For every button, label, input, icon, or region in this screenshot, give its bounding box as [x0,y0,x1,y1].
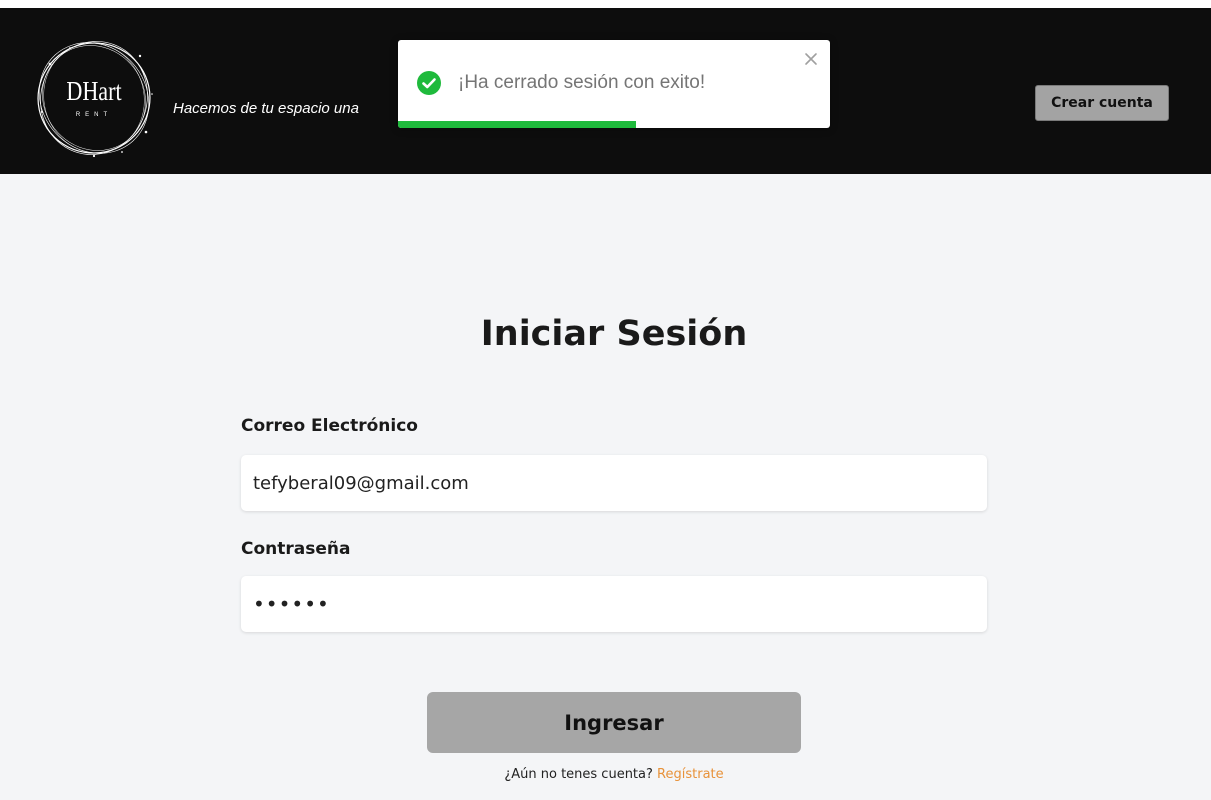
toast-message: ¡Ha cerrado sesión con exito! [458,72,706,93]
brand-logo[interactable]: DHart RENT [30,34,158,162]
email-label: Correo Electrónico [241,416,418,436]
register-link[interactable]: Regístrate [657,767,724,782]
close-icon[interactable] [802,50,820,68]
logo-subtext: RENT [75,112,113,118]
header-tagline: Hacemos de tu espacio una [173,100,359,117]
password-field[interactable] [241,576,987,632]
register-prompt-line: ¿Aún no tenes cuenta? Regístrate [0,767,1211,782]
create-account-button[interactable]: Crear cuenta [1035,85,1169,121]
logo-wordmark: DHart [66,76,122,106]
toast-progress-bar [398,121,636,128]
password-label: Contraseña [241,539,351,559]
success-toast: ¡Ha cerrado sesión con exito! [398,40,830,128]
email-field[interactable] [241,455,987,511]
page-title: Iniciar Sesión [480,314,748,354]
check-circle-icon [417,71,441,95]
login-submit-button[interactable]: Ingresar [427,692,801,753]
register-prompt-text: ¿Aún no tenes cuenta? [504,767,653,782]
